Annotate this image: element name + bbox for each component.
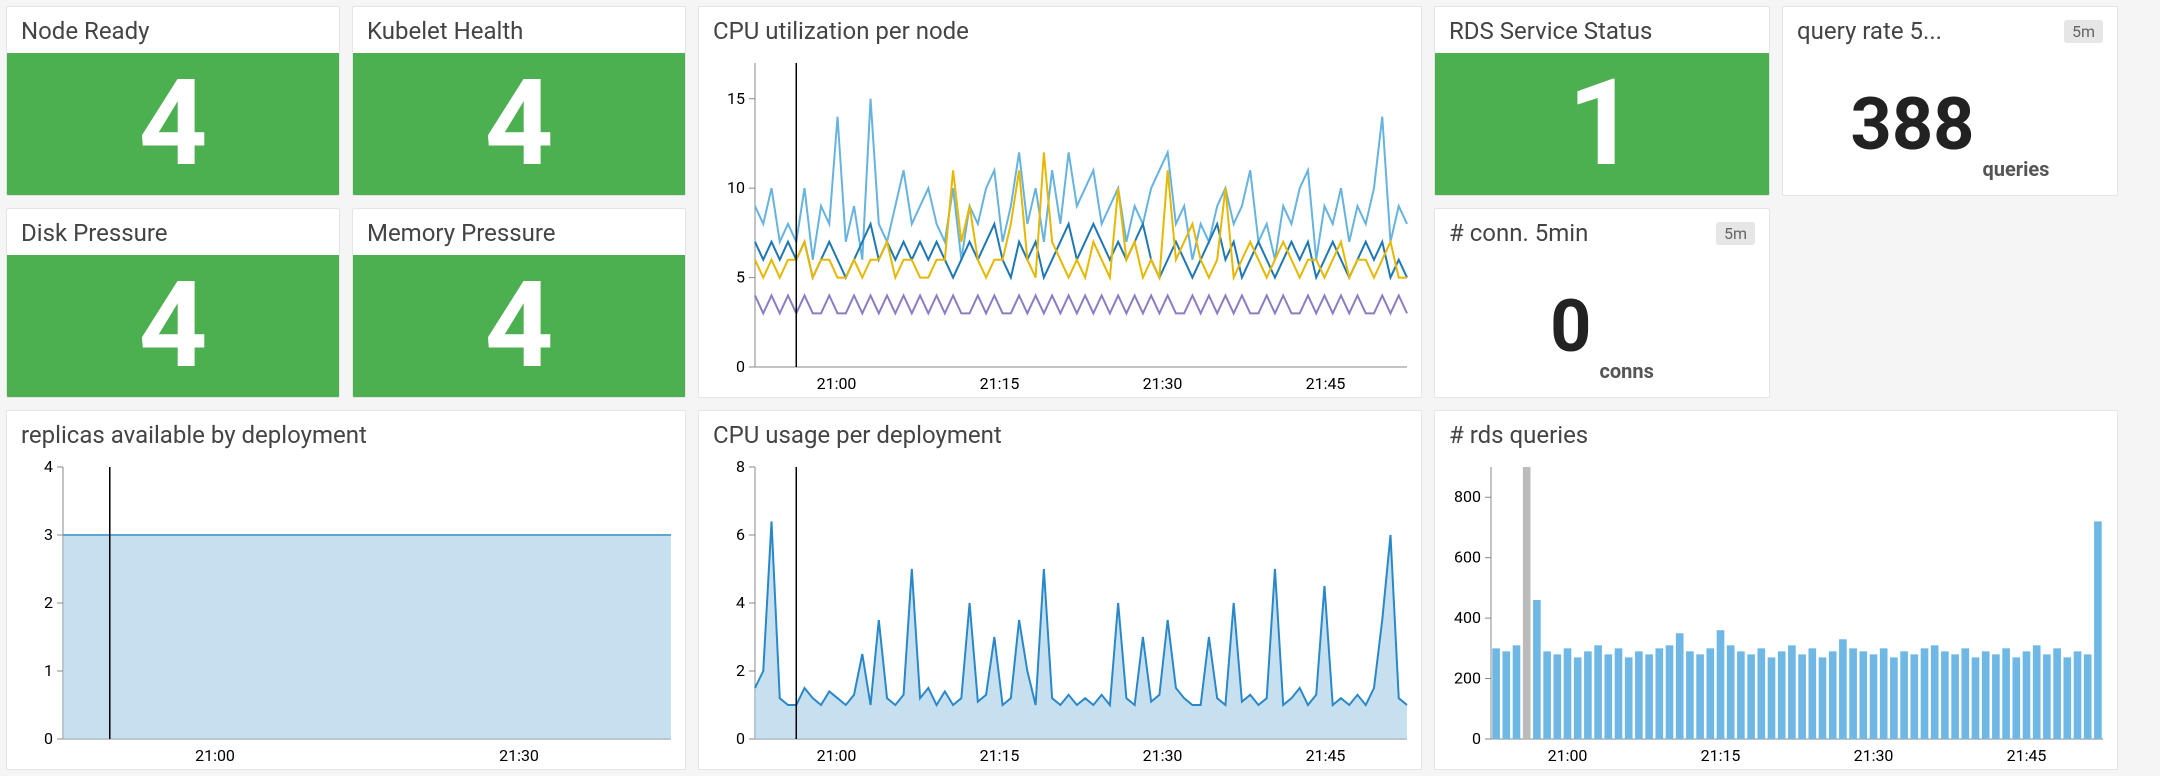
chart-rds-queries[interactable]: 0 200 400 600 800 21:00 21:15 21:30 21:45	[1435, 457, 2117, 769]
svg-text:21:45: 21:45	[1306, 746, 1346, 765]
stat-value-wrap: 0 conns	[1435, 255, 1769, 397]
stat-value: 388	[1851, 82, 1975, 167]
svg-text:0: 0	[736, 357, 745, 376]
stat-unit: queries	[1982, 157, 2049, 195]
stat-value: 4	[353, 255, 685, 397]
svg-text:0: 0	[1472, 729, 1481, 748]
svg-text:21:30: 21:30	[1854, 746, 1894, 765]
svg-text:400: 400	[1454, 608, 1481, 627]
svg-text:15: 15	[727, 89, 745, 108]
svg-text:21:15: 21:15	[980, 746, 1020, 765]
panel-cpu-per-deployment[interactable]: CPU usage per deployment 0 2 4 6 8 21:00 21:15…	[698, 410, 1422, 770]
svg-text:21:00: 21:00	[817, 746, 857, 765]
panel-conn-5min[interactable]: # conn. 5min 5m 0 conns	[1434, 208, 1770, 398]
dashboard-grid: Node Ready 4 Kubelet Health 4 Disk Press…	[6, 6, 2154, 770]
svg-text:4: 4	[44, 457, 53, 476]
panel-title: query rate 5...	[1797, 17, 1942, 45]
panel-rds-status[interactable]: RDS Service Status 1	[1434, 6, 1770, 196]
panel-title: Kubelet Health	[367, 17, 523, 45]
stat-unit: conns	[1599, 359, 1653, 397]
time-range-badge: 5m	[1716, 222, 1755, 245]
chart-cpu-deploy[interactable]: 0 2 4 6 8 21:00 21:15 21:30 21:45	[699, 457, 1421, 769]
svg-text:200: 200	[1454, 669, 1481, 688]
svg-text:800: 800	[1454, 487, 1481, 506]
svg-text:1: 1	[44, 661, 53, 680]
panel-node-ready[interactable]: Node Ready 4	[6, 6, 340, 196]
svg-text:21:00: 21:00	[1548, 746, 1588, 765]
stat-value: 0	[1550, 284, 1591, 369]
panel-title: Memory Pressure	[367, 219, 555, 247]
panel-rds-queries[interactable]: # rds queries 0 200 400 600 800 21:00 21:15 21:…	[1434, 410, 2118, 770]
panel-title: # conn. 5min	[1449, 219, 1588, 247]
stat-value: 1	[1435, 53, 1769, 195]
svg-text:21:00: 21:00	[195, 746, 235, 765]
chart-cpu-node[interactable]: 0 5 10 15 21:00 21:15 21:30 21:45	[699, 53, 1421, 397]
panel-title: CPU utilization per node	[713, 17, 969, 45]
stat-value: 4	[7, 53, 339, 195]
svg-text:21:15: 21:15	[1701, 746, 1741, 765]
svg-text:21:00: 21:00	[817, 374, 857, 393]
svg-text:4: 4	[736, 593, 745, 612]
svg-text:21:30: 21:30	[1143, 746, 1183, 765]
svg-text:6: 6	[736, 525, 745, 544]
svg-text:2: 2	[736, 661, 745, 680]
svg-text:2: 2	[44, 593, 53, 612]
svg-text:0: 0	[736, 729, 745, 748]
stat-value-wrap: 388 queries	[1783, 53, 2117, 195]
svg-text:10: 10	[727, 178, 745, 197]
time-range-badge: 5m	[2064, 20, 2103, 43]
stat-value: 4	[353, 53, 685, 195]
svg-text:3: 3	[44, 525, 53, 544]
panel-query-rate-5min[interactable]: query rate 5... 5m 388 queries	[1782, 6, 2118, 196]
svg-text:21:15: 21:15	[980, 374, 1020, 393]
panel-title: CPU usage per deployment	[713, 421, 1002, 449]
svg-text:600: 600	[1454, 548, 1481, 567]
panel-title: Node Ready	[21, 17, 149, 45]
svg-text:8: 8	[736, 457, 745, 476]
panel-title: replicas available by deployment	[21, 421, 367, 449]
svg-text:21:30: 21:30	[499, 746, 539, 765]
panel-memory-pressure[interactable]: Memory Pressure 4	[352, 208, 686, 398]
svg-text:21:30: 21:30	[1143, 374, 1183, 393]
svg-text:21:45: 21:45	[1306, 374, 1346, 393]
svg-text:21:45: 21:45	[2007, 746, 2047, 765]
panel-kubelet-health[interactable]: Kubelet Health 4	[352, 6, 686, 196]
panel-title: RDS Service Status	[1449, 17, 1652, 45]
panel-cpu-per-node[interactable]: CPU utilization per node 0 5 10 15 21:00 21:1…	[698, 6, 1422, 398]
svg-text:5: 5	[736, 268, 745, 287]
panel-replicas-available[interactable]: replicas available by deployment 0 1 2 3 4 21…	[6, 410, 686, 770]
chart-replicas[interactable]: 0 1 2 3 4 21:00 21:30	[7, 457, 685, 769]
panel-disk-pressure[interactable]: Disk Pressure 4	[6, 208, 340, 398]
stat-value: 4	[7, 255, 339, 397]
panel-title: # rds queries	[1449, 421, 1588, 449]
panel-title: Disk Pressure	[21, 219, 168, 247]
svg-text:0: 0	[44, 729, 53, 748]
